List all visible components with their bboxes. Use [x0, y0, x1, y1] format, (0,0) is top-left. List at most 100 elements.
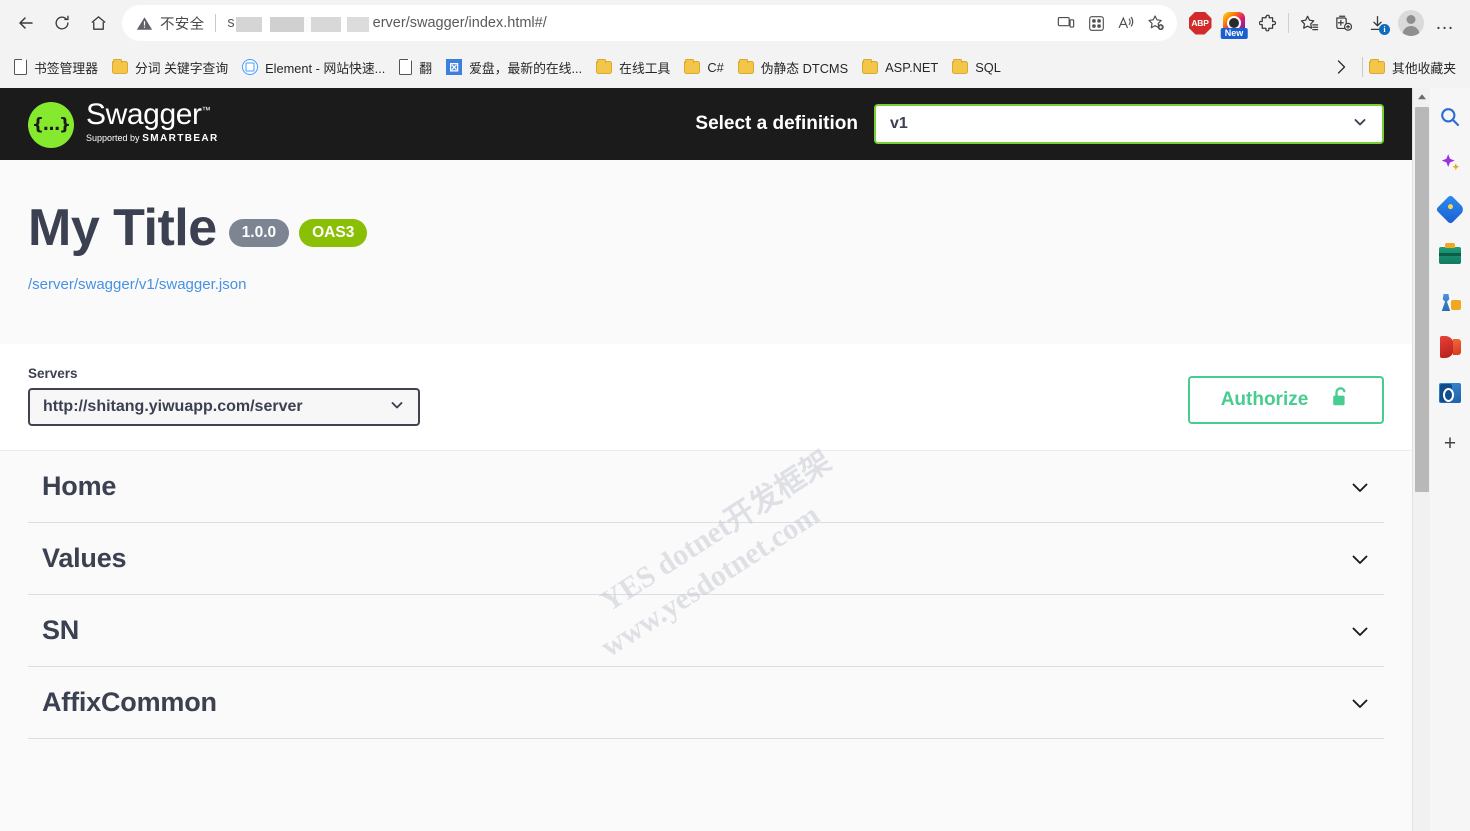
- outlook-icon[interactable]: [1437, 380, 1463, 406]
- extensions-puzzle-icon[interactable]: [1251, 6, 1285, 40]
- scroll-up-arrow-icon[interactable]: [1413, 88, 1431, 105]
- supported-prefix: Supported by: [86, 133, 140, 143]
- swagger-braces-glyph: {…}: [31, 114, 71, 135]
- tag-section-values[interactable]: Values: [28, 523, 1384, 595]
- x-icon: ⊠: [446, 59, 463, 75]
- omnibox-divider: [215, 14, 217, 32]
- url-prefix: s: [227, 15, 235, 31]
- bookmark-label: SQL: [975, 59, 1001, 75]
- search-icon[interactable]: [1437, 104, 1463, 130]
- bookmark-item-3[interactable]: 翻: [392, 53, 439, 81]
- tag-section-affixcommon[interactable]: AffixCommon: [28, 667, 1384, 739]
- page-scrollbar[interactable]: [1412, 88, 1430, 831]
- tag-label: AffixCommon: [42, 687, 217, 717]
- edge-sidebar: +: [1430, 88, 1470, 831]
- swagger-wordmark: Swagger™ Supported by SMARTBEAR: [86, 100, 219, 145]
- adblock-plus-icon[interactable]: ABP: [1183, 6, 1217, 40]
- not-secure-label: 不安全: [160, 16, 205, 33]
- authorize-button[interactable]: Authorize: [1188, 376, 1384, 424]
- bookmarks-bar: 书签管理器 分词 关键字查询 Element - 网站快速... 翻 ⊠ 爱盘，…: [0, 46, 1470, 88]
- server-select[interactable]: http://shitang.yiwuapp.com/server: [28, 388, 420, 426]
- url-redacted-region: [235, 16, 369, 32]
- refresh-button[interactable]: [44, 5, 80, 41]
- url-text[interactable]: s erver/swagger/index.html#/: [227, 5, 1051, 41]
- add-sidebar-app-button[interactable]: +: [1437, 430, 1463, 456]
- chevron-down-icon[interactable]: [1348, 547, 1372, 571]
- split-screen-icon[interactable]: [1081, 8, 1111, 38]
- tools-toolbox-icon[interactable]: [1437, 242, 1463, 268]
- add-favorite-icon[interactable]: [1141, 8, 1171, 38]
- bookmark-item-5[interactable]: 在线工具: [589, 53, 677, 81]
- bookmark-item-1[interactable]: 分词 关键字查询: [105, 53, 235, 81]
- folder-icon: [684, 58, 701, 74]
- folder-icon: [111, 58, 128, 74]
- new-badge: New: [1220, 27, 1248, 39]
- back-button[interactable]: [8, 5, 44, 41]
- bookmark-label: 爱盘，最新的在线...: [469, 60, 583, 76]
- chevron-down-icon: [1352, 114, 1368, 135]
- avatar: [1398, 10, 1424, 36]
- swagger-ui-page: {…} Swagger™ Supported by SMARTBEAR Sele…: [0, 88, 1412, 831]
- bookmark-label: 翻: [419, 60, 433, 76]
- smartbear-brand: SMARTBEAR: [142, 133, 219, 144]
- abp-label: ABP: [1188, 11, 1212, 35]
- outlook-glyph: [1439, 383, 1461, 403]
- settings-more-icon[interactable]: …: [1428, 6, 1462, 40]
- office-icon[interactable]: [1437, 334, 1463, 360]
- bookmark-item-0[interactable]: 书签管理器: [7, 53, 105, 81]
- browser-toolbar: 不安全 s erver/swagger/index.html#/ ABP New…: [0, 0, 1470, 46]
- chevron-down-icon[interactable]: [1348, 619, 1372, 643]
- bookmark-item-2[interactable]: Element - 网站快速...: [235, 53, 392, 81]
- more-dots: …: [1435, 12, 1455, 34]
- downloads-badge: i: [1379, 24, 1390, 35]
- bookmarks-divider: [1362, 57, 1364, 77]
- version-badge: 1.0.0: [228, 219, 290, 247]
- bookmark-item-7[interactable]: 伪静态 DTCMS: [731, 53, 855, 81]
- games-glyph: [1439, 290, 1461, 312]
- servers-label: Servers: [28, 366, 78, 381]
- bookmark-item-4[interactable]: ⊠ 爱盘，最新的在线...: [439, 53, 589, 81]
- downloads-icon[interactable]: i: [1360, 6, 1394, 40]
- cast-device-icon[interactable]: [1051, 8, 1081, 38]
- bookmark-item-9[interactable]: SQL: [945, 53, 1008, 81]
- other-bookmarks-label: 其他收藏夹: [1392, 60, 1456, 76]
- copilot-sparkle-icon[interactable]: [1437, 150, 1463, 176]
- swagger-logo[interactable]: {…} Swagger™ Supported by SMARTBEAR: [28, 100, 219, 148]
- bookmark-label: C#: [707, 59, 724, 75]
- trademark-icon: ™: [201, 105, 211, 115]
- games-icon[interactable]: [1437, 288, 1463, 314]
- authorize-label: Authorize: [1220, 389, 1309, 410]
- bookmarks-overflow-chevron-icon[interactable]: [1326, 53, 1356, 81]
- chevron-down-icon: [389, 397, 405, 418]
- tag-section-sn[interactable]: SN: [28, 595, 1384, 667]
- folder-icon: [952, 58, 969, 74]
- bookmark-item-6[interactable]: C#: [677, 53, 730, 81]
- definition-selected-value: v1: [890, 115, 908, 132]
- bookmark-label: 伪静态 DTCMS: [760, 60, 849, 76]
- api-info-block: My Title 1.0.0 OAS3 /server/swagger/v1/s…: [0, 160, 1412, 294]
- definition-select[interactable]: v1: [874, 104, 1384, 144]
- swagger-mark-icon: {…}: [28, 102, 74, 148]
- scrollbar-thumb[interactable]: [1415, 107, 1429, 492]
- page-icon: [399, 58, 413, 75]
- read-aloud-icon[interactable]: [1111, 8, 1141, 38]
- profile-avatar[interactable]: [1394, 6, 1428, 40]
- tag-section-home[interactable]: Home: [28, 451, 1384, 523]
- unlock-icon: [1330, 386, 1351, 415]
- other-bookmarks-folder[interactable]: 其他收藏夹: [1369, 53, 1463, 81]
- swagger-json-link[interactable]: /server/swagger/v1/swagger.json: [28, 276, 246, 293]
- folder-icon: [596, 58, 613, 74]
- bookmark-label: ASP.NET: [885, 59, 939, 75]
- shopping-tag-icon[interactable]: [1435, 194, 1465, 224]
- address-bar[interactable]: 不安全 s erver/swagger/index.html#/: [122, 5, 1177, 41]
- extension-promo-icon[interactable]: New: [1217, 6, 1251, 40]
- collections-icon[interactable]: [1326, 6, 1360, 40]
- home-button[interactable]: [80, 5, 116, 41]
- tag-label: SN: [42, 615, 80, 645]
- chevron-down-icon[interactable]: [1348, 691, 1372, 715]
- folder-icon: [862, 58, 879, 74]
- favorites-icon[interactable]: [1292, 6, 1326, 40]
- bookmark-item-8[interactable]: ASP.NET: [855, 53, 945, 81]
- bookmarks-overflow-area: 其他收藏夹: [1326, 53, 1463, 81]
- chevron-down-icon[interactable]: [1348, 475, 1372, 499]
